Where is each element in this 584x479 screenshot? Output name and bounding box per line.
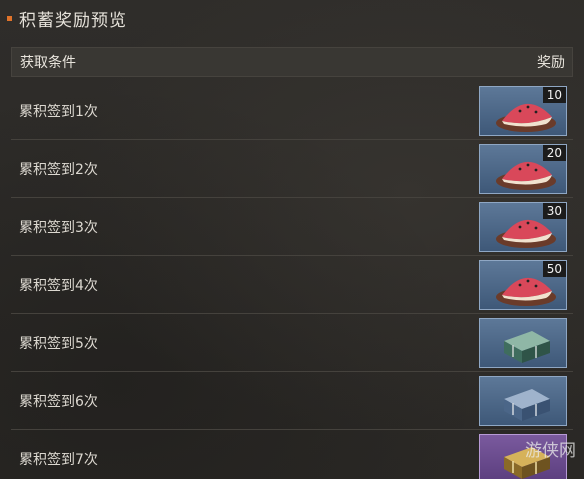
condition-label: 累积签到3次 [19,219,98,236]
reward-count-badge: 20 [542,144,566,161]
reward-row: 累积签到7次 [11,430,573,479]
reward-count-badge: 10 [542,86,566,103]
reward-row: 累积签到5次 [11,314,573,372]
reward-row: 累积签到1次 10 [11,82,573,140]
reward-count-badge: 30 [542,202,566,219]
title-marker-icon [7,15,12,21]
column-header-reward: 奖励 [537,55,565,71]
reward-row: 累积签到4次 50 [11,256,573,314]
green-supply-crate-icon [504,330,550,363]
reward-item[interactable]: 10 [479,85,567,136]
reward-item[interactable] [479,317,567,368]
condition-label: 累积签到5次 [19,335,98,352]
condition-label: 累积签到7次 [19,451,98,468]
blue-supply-crate-icon [504,388,550,421]
reward-item[interactable] [479,375,567,426]
reward-row: 累积签到3次 30 [11,198,573,256]
table-header: 获取条件 奖励 [11,47,573,77]
condition-label: 累积签到6次 [19,393,98,410]
condition-label: 累积签到2次 [19,161,98,178]
panel-header: 积蓄奖励预览 [0,0,584,36]
reward-item[interactable]: 20 [479,143,567,194]
reward-row: 累积签到2次 20 [11,140,573,198]
panel-title: 积蓄奖励预览 [19,10,127,31]
reward-item[interactable]: 50 [479,259,567,310]
reward-count-badge: 50 [542,260,566,277]
condition-label: 累积签到4次 [19,277,98,294]
watermark: 游侠网 [525,441,576,461]
condition-label: 累积签到1次 [19,103,98,120]
reward-item[interactable]: 30 [479,201,567,252]
reward-row: 累积签到6次 [11,372,573,430]
column-header-condition: 获取条件 [20,55,76,71]
